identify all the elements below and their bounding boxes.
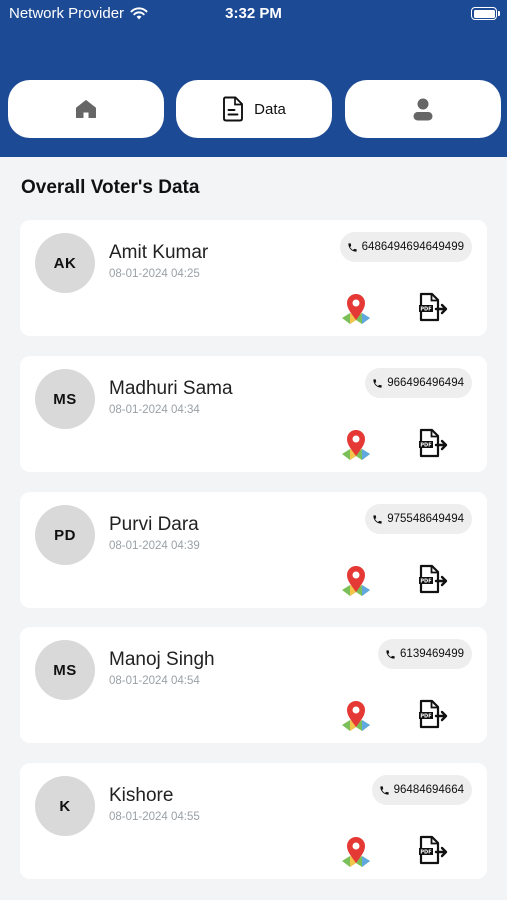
voter-card[interactable]: MS Manoj Singh 08-01-2024 04:54 61394694… xyxy=(20,627,487,743)
tab-data[interactable]: Data xyxy=(176,80,332,138)
map-pin-icon[interactable] xyxy=(340,292,372,326)
pdf-export-icon[interactable]: PDF xyxy=(416,564,450,594)
voter-name: Kishore xyxy=(109,785,174,806)
status-bar: Network Provider 3:32 PM xyxy=(0,0,507,28)
phone-icon xyxy=(373,514,382,524)
phone-badge[interactable]: 6486494694649499 xyxy=(339,232,472,262)
voter-name: Madhuri Sama xyxy=(109,378,233,399)
voter-timestamp: 08-01-2024 04:54 xyxy=(109,675,200,687)
tab-profile[interactable] xyxy=(345,80,501,138)
voter-timestamp: 08-01-2024 04:34 xyxy=(109,404,200,416)
phone-badge[interactable]: 6139469499 xyxy=(378,639,472,669)
tab-data-label: Data xyxy=(254,100,286,118)
phone-icon xyxy=(373,378,382,388)
battery-icon xyxy=(471,7,500,20)
status-time: 3:32 PM xyxy=(225,5,282,22)
pdf-export-icon[interactable]: PDF xyxy=(416,699,450,729)
voter-card[interactable]: K Kishore 08-01-2024 04:55 96484694664 P… xyxy=(20,763,487,879)
phone-badge[interactable]: 975548649494 xyxy=(365,504,472,534)
phone-number: 966496496494 xyxy=(387,377,464,389)
voter-name: Purvi Dara xyxy=(109,514,199,535)
avatar: K xyxy=(35,776,95,836)
phone-number: 975548649494 xyxy=(387,513,464,525)
phone-icon xyxy=(380,785,389,795)
voter-timestamp: 08-01-2024 04:55 xyxy=(109,811,200,823)
tab-home[interactable] xyxy=(8,80,164,138)
avatar: MS xyxy=(35,369,95,429)
voter-card[interactable]: AK Amit Kumar 08-01-2024 04:25 648649469… xyxy=(20,220,487,336)
voter-timestamp: 08-01-2024 04:25 xyxy=(109,268,200,280)
voter-card[interactable]: MS Madhuri Sama 08-01-2024 04:34 9664964… xyxy=(20,356,487,472)
phone-icon xyxy=(386,649,395,659)
map-pin-icon[interactable] xyxy=(340,835,372,869)
phone-icon xyxy=(348,242,357,252)
pdf-export-icon[interactable]: PDF xyxy=(416,835,450,865)
map-pin-icon[interactable] xyxy=(340,428,372,462)
avatar: PD xyxy=(35,505,95,565)
document-icon xyxy=(223,96,244,122)
phone-number: 6486494694649499 xyxy=(361,241,464,253)
svg-text:PDF: PDF xyxy=(420,579,431,585)
map-pin-icon[interactable] xyxy=(340,564,372,598)
phone-number: 96484694664 xyxy=(393,784,464,796)
voter-name: Amit Kumar xyxy=(109,242,209,263)
voter-card[interactable]: PD Purvi Dara 08-01-2024 04:39 975548649… xyxy=(20,492,487,608)
phone-badge[interactable]: 96484694664 xyxy=(371,775,472,805)
svg-text:PDF: PDF xyxy=(420,307,431,313)
user-icon xyxy=(413,98,433,121)
pdf-export-icon[interactable]: PDF xyxy=(416,292,450,322)
svg-text:PDF: PDF xyxy=(420,850,431,856)
svg-text:PDF: PDF xyxy=(420,714,431,720)
voter-timestamp: 08-01-2024 04:39 xyxy=(109,540,200,552)
avatar: MS xyxy=(35,640,95,700)
pdf-export-icon[interactable]: PDF xyxy=(416,428,450,458)
voter-name: Manoj Singh xyxy=(109,649,215,670)
home-icon xyxy=(76,100,96,118)
svg-text:PDF: PDF xyxy=(420,443,431,449)
phone-badge[interactable]: 966496496494 xyxy=(365,368,472,398)
map-pin-icon[interactable] xyxy=(340,699,372,733)
phone-number: 6139469499 xyxy=(400,648,464,660)
avatar: AK xyxy=(35,233,95,293)
page-title: Overall Voter's Data xyxy=(21,177,200,198)
